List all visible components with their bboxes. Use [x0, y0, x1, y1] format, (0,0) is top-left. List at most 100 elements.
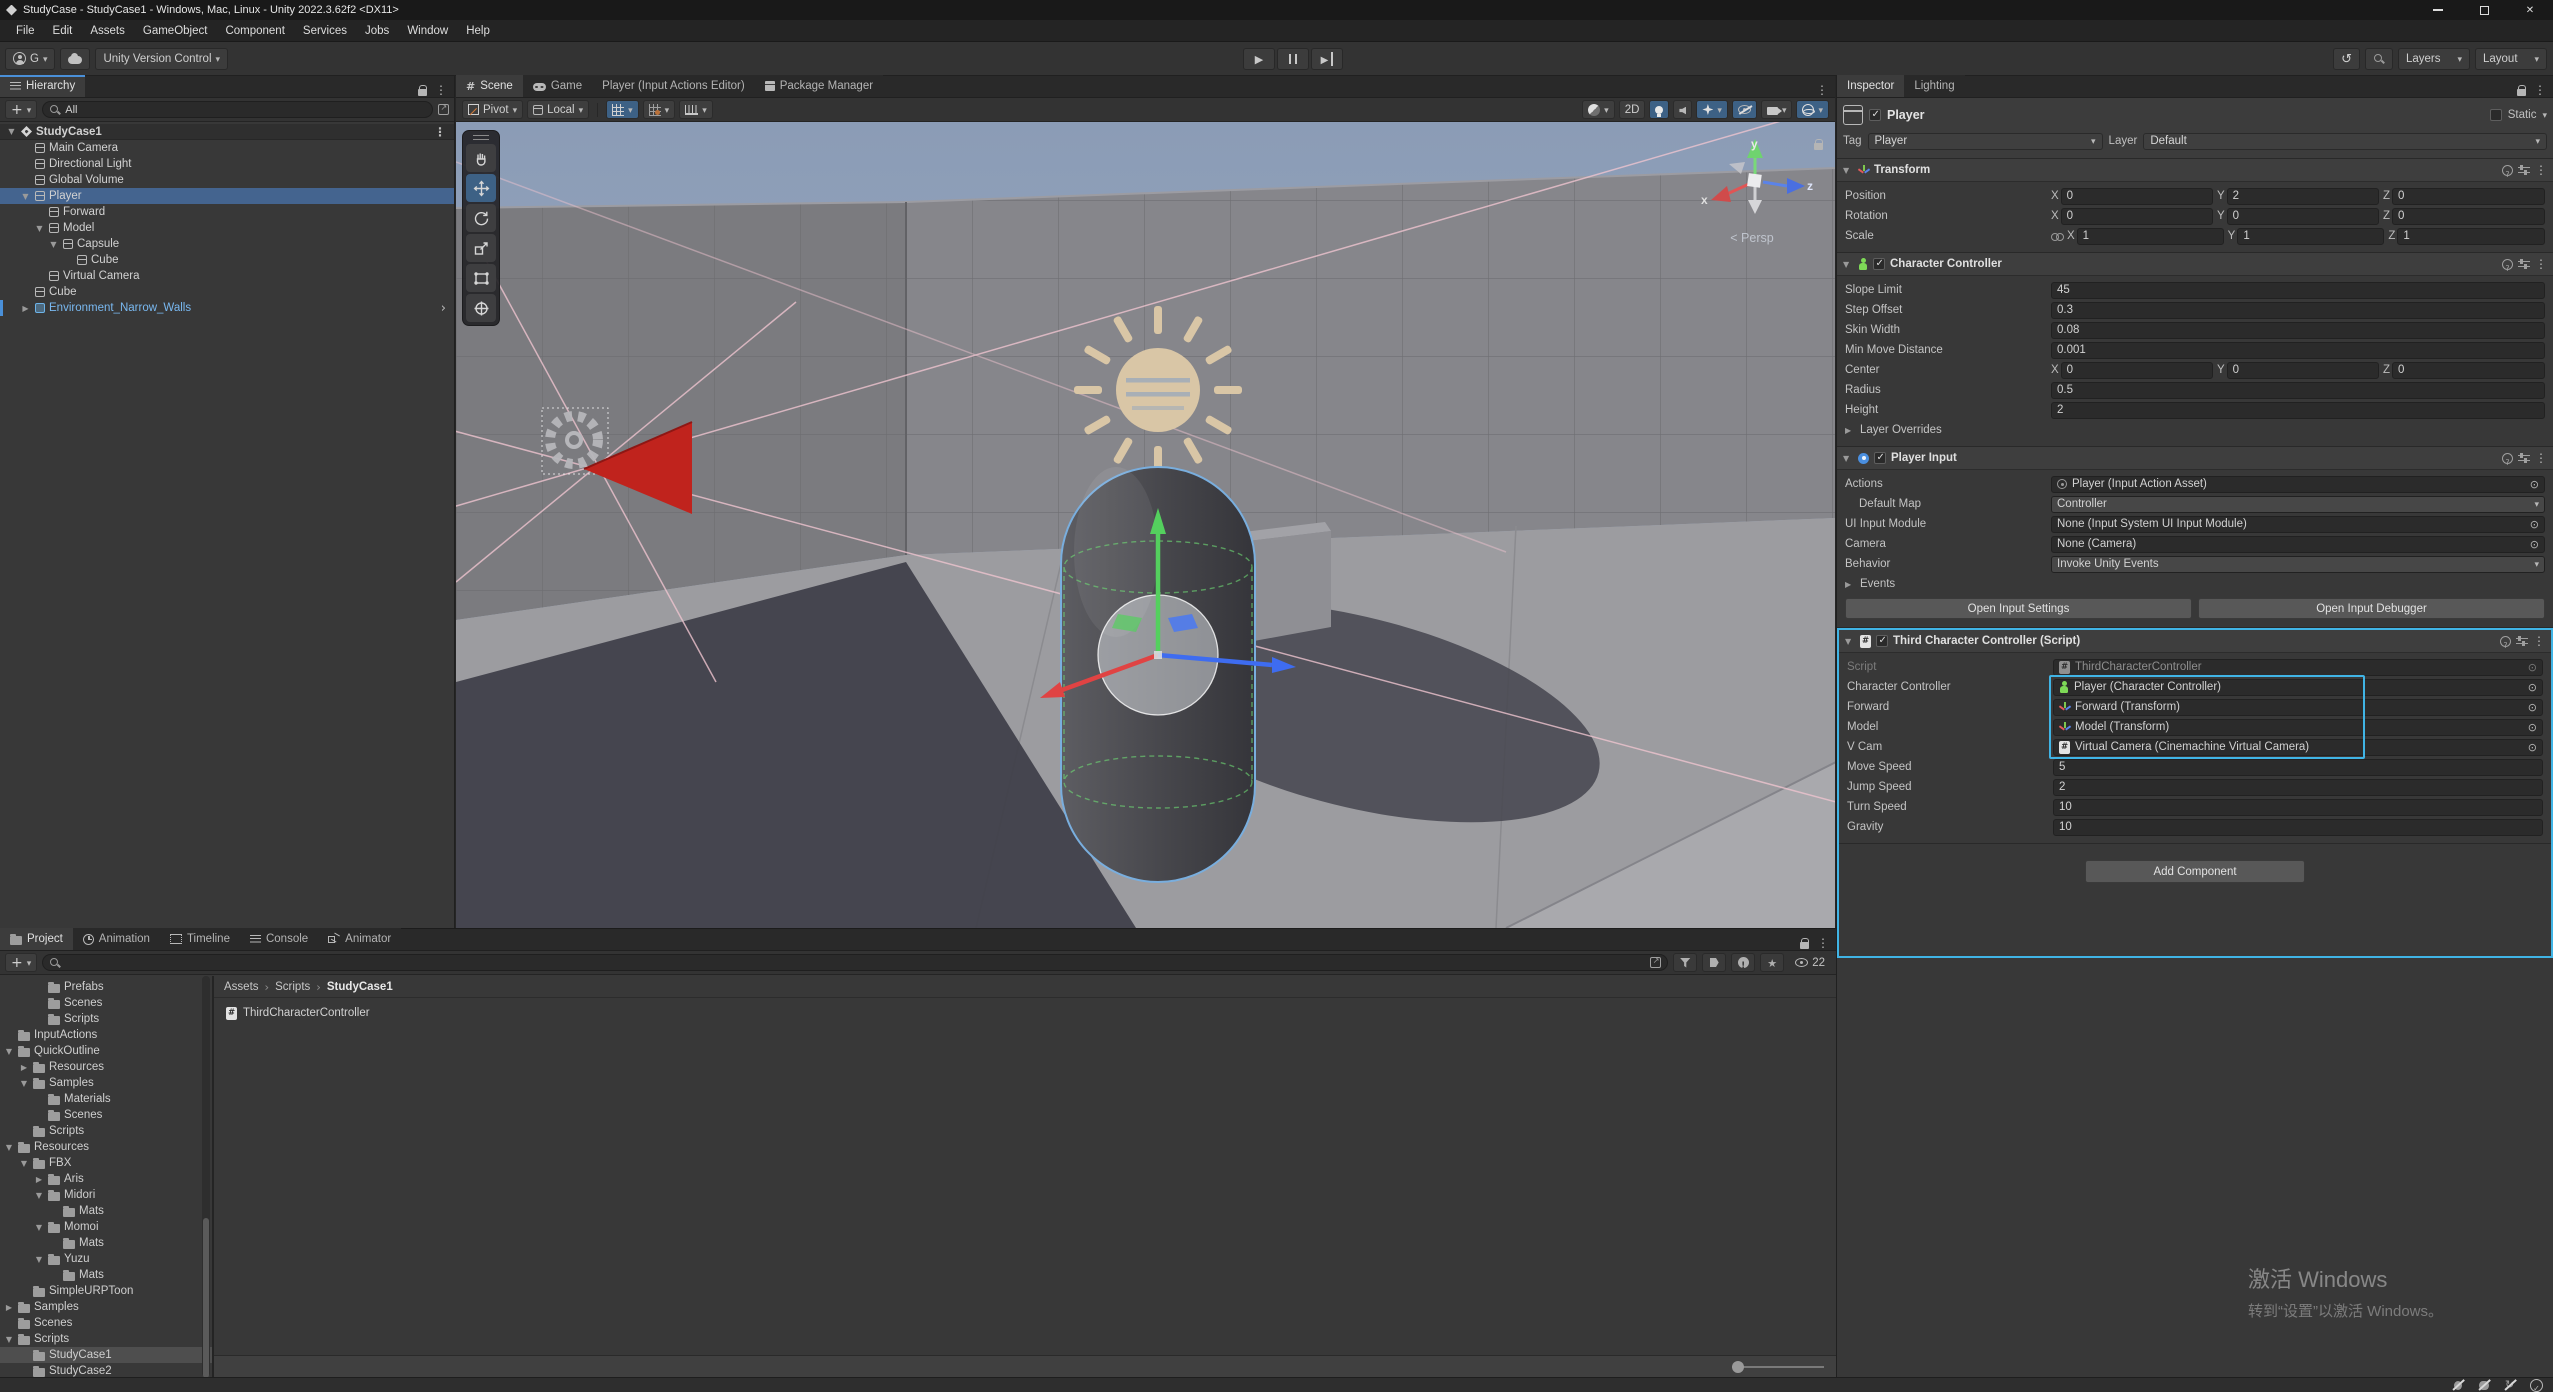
expand-arrow-icon[interactable]: ▼ — [4, 1143, 14, 1152]
value-field[interactable]: 2 — [2053, 778, 2543, 796]
property-min-move-distance[interactable]: Min Move Distance 0.001 — [1845, 340, 2545, 360]
property-jump-speed[interactable]: Jump Speed 2 — [1847, 777, 2543, 797]
hierarchy-item-forward[interactable]: Forward — [0, 204, 454, 220]
vector-field[interactable]: 0 — [2392, 361, 2545, 379]
view-hand-tool[interactable] — [466, 144, 496, 172]
shading-mode-dropdown[interactable] — [1582, 100, 1615, 119]
project-folder-mats[interactable]: Mats — [0, 1235, 212, 1251]
foldout-arrow-icon[interactable]: ▼ — [1843, 260, 1853, 269]
gizmos-dropdown[interactable] — [1796, 100, 1829, 119]
open-input-debugger-button[interactable]: Open Input Debugger — [2198, 598, 2545, 619]
foldout-arrow-icon[interactable]: ▶ — [1845, 426, 1855, 435]
value-field[interactable]: 0.5 — [2051, 381, 2545, 399]
expand-arrow-icon[interactable]: ▼ — [34, 1223, 44, 1232]
object-field[interactable]: Forward (Transform) — [2053, 698, 2543, 716]
kebab-menu-icon[interactable] — [2535, 257, 2547, 271]
expand-arrow-icon[interactable]: ▶ — [20, 304, 31, 313]
vector-field[interactable]: 0 — [2060, 207, 2213, 225]
property-position[interactable]: Position X 0 Y 2 Z 0 — [1845, 186, 2545, 206]
property-layer-overrides[interactable]: ▶ Layer Overrides — [1845, 420, 2545, 440]
play-button[interactable] — [1243, 48, 1275, 70]
tool-strip-handle[interactable] — [473, 135, 489, 140]
slider-thumb[interactable] — [1732, 1360, 1744, 1373]
property-turn-speed[interactable]: Turn Speed 10 — [1847, 797, 2543, 817]
foldout-arrow-icon[interactable]: ▼ — [1843, 454, 1853, 463]
help-icon[interactable] — [2500, 635, 2511, 647]
object-field[interactable]: Virtual Camera (Cinemachine Virtual Came… — [2053, 738, 2543, 756]
vector-field[interactable]: 1 — [2237, 227, 2385, 245]
asset-thirdcharactercontroller[interactable]: ThirdCharacterController — [226, 1004, 1824, 1022]
favorites-button[interactable] — [1760, 953, 1785, 972]
hierarchy-item-studycase1[interactable]: ▼ StudyCase1 — [0, 124, 454, 140]
expand-arrow-icon[interactable]: ▼ — [4, 1335, 14, 1344]
component-enabled-checkbox[interactable] — [1873, 258, 1885, 270]
project-folder-scripts[interactable]: Scripts — [0, 1011, 212, 1027]
project-folder-momoi[interactable]: ▼ Momoi — [0, 1219, 212, 1235]
project-folder-mats[interactable]: Mats — [0, 1203, 212, 1219]
project-folder-studycase1[interactable]: StudyCase1 — [0, 1347, 212, 1363]
add-asset-button[interactable] — [5, 953, 38, 972]
hierarchy-item-capsule[interactable]: ▼ Capsule — [0, 236, 454, 252]
expand-arrow-icon[interactable]: ▼ — [34, 1255, 44, 1264]
object-field[interactable]: Player (Input Action Asset) — [2051, 475, 2545, 493]
gameobject-name[interactable]: Player — [1887, 108, 2484, 122]
property-height[interactable]: Height 2 — [1845, 400, 2545, 420]
scene-lighting-button[interactable] — [1649, 100, 1670, 119]
expand-arrow-icon[interactable]: ▼ — [19, 1079, 29, 1088]
project-folder-scripts[interactable]: Scripts — [0, 1123, 212, 1139]
menu-help[interactable]: Help — [458, 23, 498, 39]
object-picker-icon[interactable] — [2528, 680, 2537, 694]
foldout-arrow-icon[interactable]: ▼ — [1843, 166, 1853, 175]
cloud-button[interactable] — [60, 47, 91, 70]
grid-snap-button[interactable] — [642, 100, 676, 119]
auto-refresh-muted-icon[interactable] — [2504, 1378, 2517, 1392]
project-folder-midori[interactable]: ▼ Midori — [0, 1187, 212, 1203]
object-picker-icon[interactable] — [2528, 740, 2537, 754]
property-model[interactable]: Model Model (Transform) — [1847, 717, 2543, 737]
property-default-map[interactable]: Default Map Controller — [1845, 494, 2545, 514]
project-folder-quickoutline[interactable]: ▼ QuickOutline — [0, 1043, 212, 1059]
local-toggle-button[interactable]: Local — [527, 100, 590, 119]
project-folder-samples[interactable]: ▶ Samples — [0, 1299, 212, 1315]
rect-tool[interactable] — [466, 264, 496, 292]
tab-scene[interactable]: Scene — [456, 75, 523, 97]
property-skin-width[interactable]: Skin Width 0.08 — [1845, 320, 2545, 340]
undo-history-button[interactable] — [2333, 48, 2360, 70]
object-field[interactable]: None (Input System UI Input Module) — [2051, 515, 2545, 533]
menu-assets[interactable]: Assets — [82, 23, 133, 39]
object-picker-icon[interactable] — [2528, 720, 2537, 734]
effects-dropdown[interactable] — [1696, 100, 1728, 119]
search-importance-button[interactable] — [1731, 953, 1756, 972]
object-field[interactable]: ThirdCharacterController — [2053, 658, 2543, 676]
version-control-button[interactable]: Unity Version Control — [95, 47, 229, 70]
value-field[interactable]: 10 — [2053, 798, 2543, 816]
debugger-muted-icon[interactable] — [2452, 1379, 2465, 1392]
dropdown-field[interactable]: Invoke Unity Events — [2051, 555, 2545, 573]
expand-arrow-icon[interactable]: ▼ — [34, 1191, 44, 1200]
breadcrumb-assets[interactable]: Assets — [224, 981, 259, 993]
hierarchy-item-main-camera[interactable]: Main Camera — [0, 140, 454, 156]
property-events[interactable]: ▶ Events — [1845, 574, 2545, 594]
property-behavior[interactable]: Behavior Invoke Unity Events — [1845, 554, 2545, 574]
project-folder-samples[interactable]: ▼ Samples — [0, 1075, 212, 1091]
pivot-toggle-button[interactable]: Pivot — [462, 100, 524, 119]
minimize-button[interactable] — [2415, 0, 2461, 20]
help-icon[interactable] — [2502, 258, 2513, 270]
value-field[interactable]: 0.08 — [2051, 321, 2545, 339]
tab-hierarchy[interactable]: Hierarchy — [0, 75, 86, 97]
component-header-player-input[interactable]: ▼ Player Input — [1837, 447, 2553, 470]
tab-project[interactable]: Project — [0, 928, 73, 950]
orientation-gizmo[interactable]: y x z < Persp — [1687, 134, 1817, 246]
kebab-menu-icon[interactable] — [2533, 634, 2545, 648]
expand-arrow-icon[interactable]: ▼ — [34, 224, 45, 233]
property-center[interactable]: Center X 0 Y 0 Z 0 — [1845, 360, 2545, 380]
property-gravity[interactable]: Gravity 10 — [1847, 817, 2543, 837]
component-header-transform[interactable]: ▼ Transform — [1837, 159, 2553, 182]
tab-package-manager[interactable]: Package Manager — [754, 75, 884, 97]
property-rotation[interactable]: Rotation X 0 Y 0 Z 0 — [1845, 206, 2545, 226]
project-folder-inputactions[interactable]: InputActions — [0, 1027, 212, 1043]
breadcrumb-scripts[interactable]: Scripts — [275, 981, 310, 993]
thumbnail-zoom-slider[interactable] — [1732, 1360, 1824, 1373]
lock-icon[interactable] — [2517, 84, 2527, 96]
menu-window[interactable]: Window — [399, 23, 456, 39]
